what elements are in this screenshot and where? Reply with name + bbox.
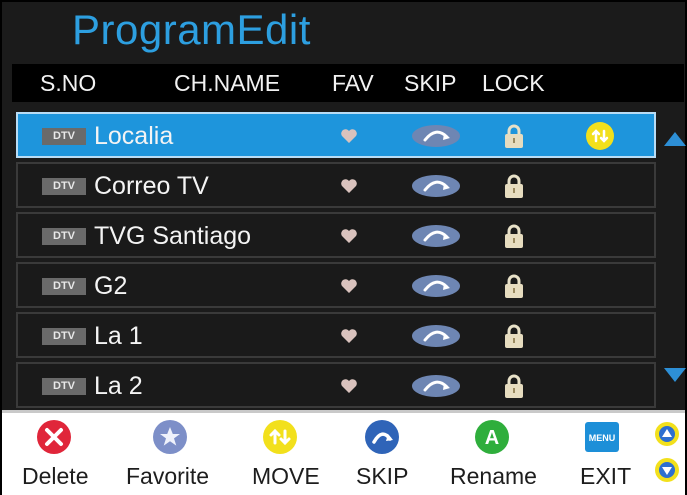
column-sno: S.NO	[40, 70, 97, 96]
channel-row[interactable]: DTV La 1	[16, 312, 656, 358]
exit-button[interactable]: MENU EXIT	[576, 413, 642, 495]
channel-row[interactable]: DTV TVG Santiago	[16, 212, 656, 258]
rename-icon: A	[475, 420, 509, 454]
fav-heart-icon[interactable]	[340, 177, 358, 195]
page-down-icon[interactable]	[654, 457, 680, 483]
program-edit-screen: ProgramEdit S.NO CH.NAME FAV SKIP LOCK D…	[0, 0, 687, 495]
fav-heart-icon[interactable]	[340, 377, 358, 395]
footer-bar: Delete Favorite MOVE SKIP A Rename MENU …	[2, 410, 685, 495]
scroll-up-arrow-icon[interactable]	[664, 132, 686, 146]
delete-label: Delete	[22, 463, 89, 489]
rename-button[interactable]: A Rename	[448, 413, 548, 495]
exit-label: EXIT	[580, 463, 632, 489]
skip-toggle-icon[interactable]	[411, 374, 461, 398]
column-header: S.NO CH.NAME FAV SKIP LOCK	[12, 64, 684, 102]
channel-name: G2	[94, 272, 128, 300]
skip-toggle-icon[interactable]	[411, 124, 461, 148]
lock-icon[interactable]	[504, 223, 524, 249]
lock-icon[interactable]	[504, 373, 524, 399]
dtv-badge: DTV	[42, 378, 86, 395]
dtv-badge: DTV	[42, 228, 86, 245]
fav-heart-icon[interactable]	[340, 227, 358, 245]
channel-name: La 2	[94, 372, 143, 400]
delete-icon	[37, 420, 71, 454]
skip-toggle-icon[interactable]	[411, 224, 461, 248]
channel-list: DTV Localia DTV Correo TV DTV TVG Santiago DTV…	[16, 112, 656, 412]
lock-icon[interactable]	[504, 173, 524, 199]
page-title: ProgramEdit	[72, 6, 311, 53]
channel-name: La 1	[94, 322, 143, 350]
column-lock: LOCK	[482, 70, 545, 96]
channel-name: TVG Santiago	[94, 222, 252, 250]
column-skip: SKIP	[404, 70, 457, 96]
menu-badge-text: MENU	[589, 433, 616, 443]
skip-icon	[365, 420, 399, 454]
move-button[interactable]: MOVE	[248, 413, 330, 495]
move-icon	[263, 420, 297, 454]
menu-icon: MENU	[585, 422, 619, 452]
lock-icon[interactable]	[504, 123, 524, 149]
channel-row[interactable]: DTV Correo TV	[16, 162, 656, 208]
channel-row[interactable]: DTV G2	[16, 262, 656, 308]
dtv-badge: DTV	[42, 178, 86, 195]
fav-heart-icon[interactable]	[340, 277, 358, 295]
favorite-button[interactable]: Favorite	[126, 413, 226, 495]
column-fav: FAV	[332, 70, 374, 96]
dtv-badge: DTV	[42, 128, 86, 145]
favorite-label: Favorite	[126, 463, 210, 489]
scroll-down-arrow-icon[interactable]	[664, 368, 686, 382]
skip-label: SKIP	[356, 463, 409, 489]
move-indicator-icon	[586, 122, 614, 150]
rename-badge-letter: A	[485, 427, 499, 449]
skip-toggle-icon[interactable]	[411, 324, 461, 348]
dtv-badge: DTV	[42, 278, 86, 295]
delete-button[interactable]: Delete	[22, 413, 102, 495]
column-chname: CH.NAME	[174, 70, 281, 96]
favorite-star-icon	[153, 420, 187, 454]
fav-heart-icon[interactable]	[340, 127, 358, 145]
channel-row[interactable]: DTV Localia	[16, 112, 656, 158]
rename-label: Rename	[450, 463, 537, 489]
skip-toggle-icon[interactable]	[411, 174, 461, 198]
lock-icon[interactable]	[504, 273, 524, 299]
channel-name: Localia	[94, 122, 174, 150]
fav-heart-icon[interactable]	[340, 327, 358, 345]
channel-row[interactable]: DTV La 2	[16, 362, 656, 408]
lock-icon[interactable]	[504, 323, 524, 349]
dtv-badge: DTV	[42, 328, 86, 345]
skip-toggle-icon[interactable]	[411, 274, 461, 298]
skip-button[interactable]: SKIP	[354, 413, 420, 495]
page-up-icon[interactable]	[654, 421, 680, 447]
channel-name: Correo TV	[94, 172, 209, 200]
move-label: MOVE	[252, 463, 320, 489]
